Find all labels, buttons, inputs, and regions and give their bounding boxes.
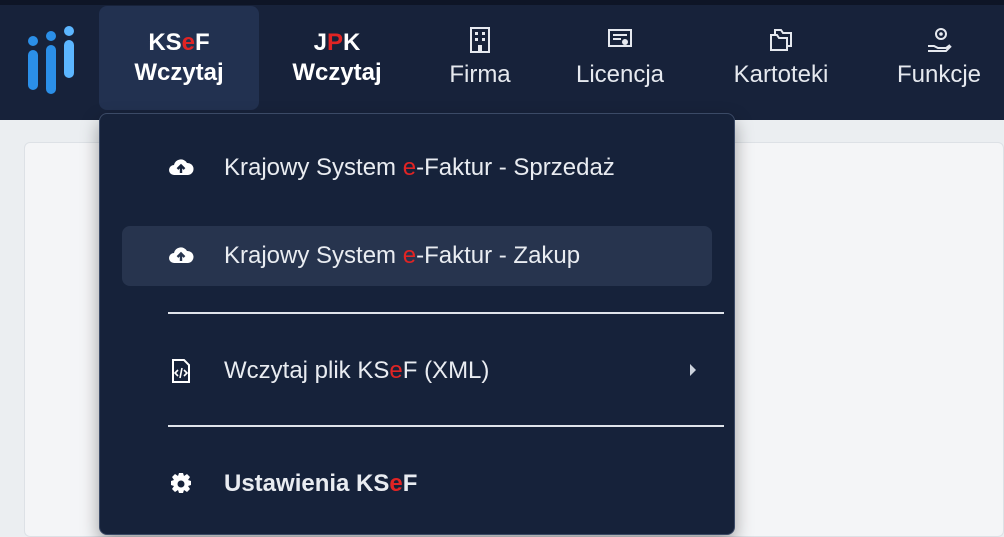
nav-licencja[interactable]: Licencja [560,6,680,110]
nav-funkcje[interactable]: Funkcje [884,6,994,110]
submenu-arrow-icon [690,364,696,376]
building-icon [470,27,490,53]
menu-divider [168,425,724,427]
menu-item-ustawienia-ksef[interactable]: Ustawienia KSeF [122,454,712,514]
nav-jpk-wczytaj[interactable]: JPK Wczytaj [272,6,402,110]
menu-item-wczytaj-plik-xml[interactable]: Wczytaj plik KSeF (XML) [122,341,712,401]
cloud-upload-icon [169,247,194,263]
menu-item-ustawienia-ksef-label: Ustawienia KSeF [224,470,418,497]
top-navigation-bar: KSeF Wczytaj JPK Wczytaj Firma Licencja … [0,0,1004,120]
hand-gear-icon [928,28,952,52]
nav-firma[interactable]: Firma [432,6,528,110]
nav-kartoteki[interactable]: Kartoteki [716,6,846,110]
nav-ksef-title: KSeF [148,29,210,56]
menu-item-ksef-sprzedaz[interactable]: Krajowy System e-Faktur - Sprzedaż [122,138,712,198]
menu-item-ksef-zakup-label: Krajowy System e-Faktur - Zakup [224,242,581,269]
nav-funkcje-label: Funkcje [896,61,982,88]
nav-ksef-wczytaj[interactable]: KSeF Wczytaj [99,6,259,110]
nav-jpk-title: JPK [313,29,361,56]
app-logo-icon [28,26,74,94]
nav-firma-label: Firma [449,61,511,88]
nav-kartoteki-label: Kartoteki [733,61,829,88]
cloud-upload-icon [169,159,194,175]
menu-item-wczytaj-plik-xml-label: Wczytaj plik KSeF (XML) [224,357,490,384]
ksef-dropdown-menu: Krajowy System e-Faktur - Sprzedaż Krajo… [99,113,735,535]
menu-item-ksef-sprzedaz-label: Krajowy System e-Faktur - Sprzedaż [224,154,615,181]
nav-ksef-subtitle: Wczytaj [134,59,224,86]
menu-divider [168,312,724,314]
certificate-icon [608,29,632,47]
folders-icon [770,29,792,51]
gear-icon [171,473,191,493]
xml-file-icon [172,359,190,383]
menu-item-ksef-zakup[interactable]: Krajowy System e-Faktur - Zakup [122,226,712,286]
nav-jpk-subtitle: Wczytaj [292,59,382,86]
nav-licencja-label: Licencja [575,61,665,88]
